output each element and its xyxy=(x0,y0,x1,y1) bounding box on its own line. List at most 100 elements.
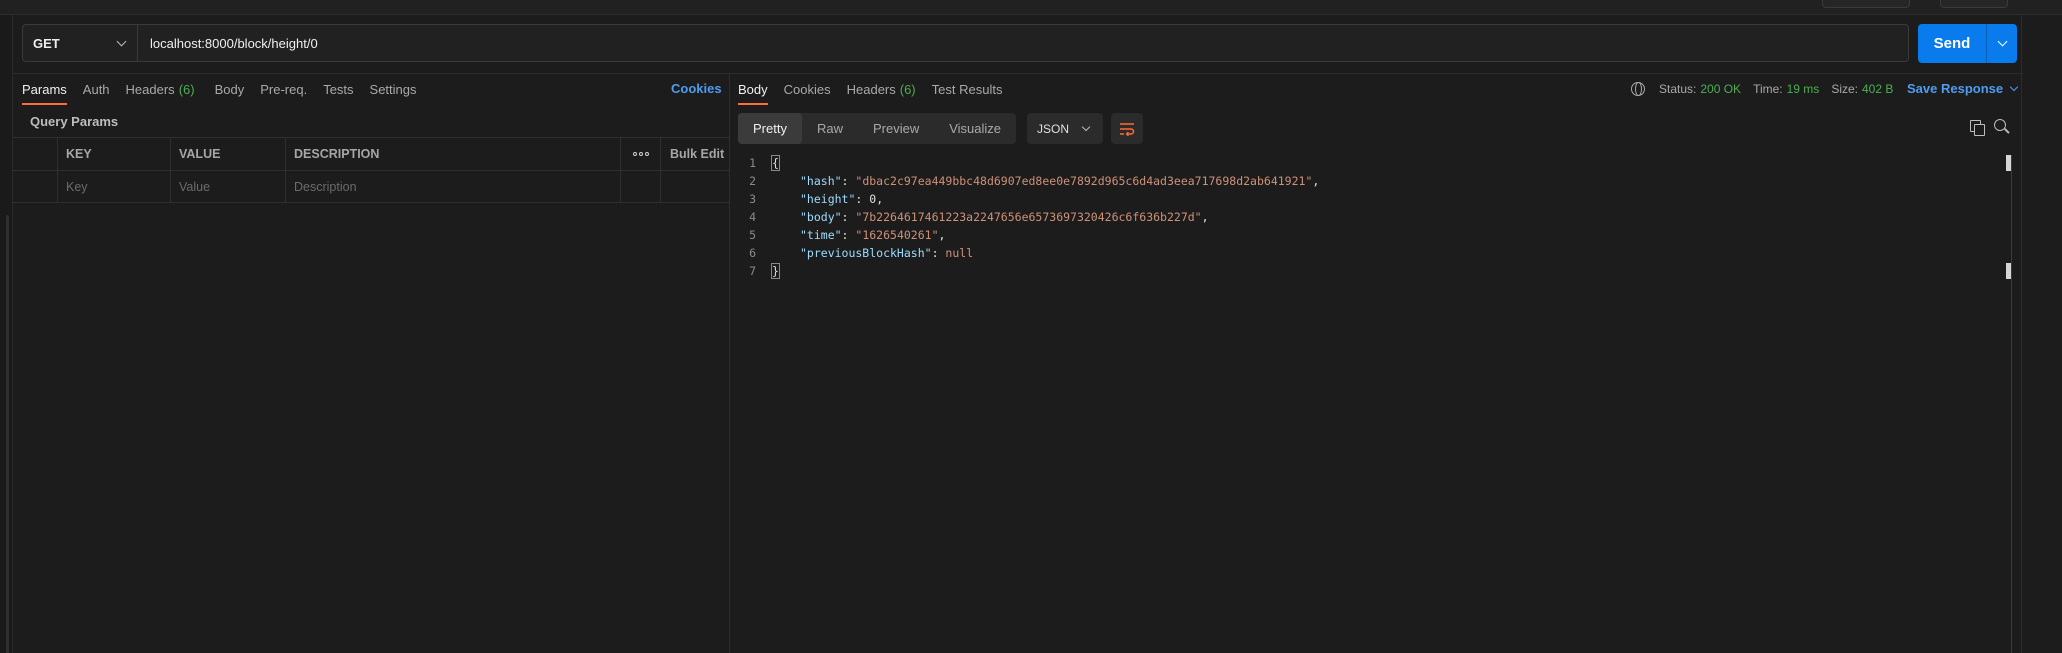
json-brace: { xyxy=(771,155,780,171)
code-line: 2 "hash": "dbac2c97ea449bbc48d6907ed8ee0… xyxy=(738,172,1319,190)
tab-settings[interactable]: Settings xyxy=(370,73,417,105)
code-line: 3 "height": 0, xyxy=(738,190,1319,208)
globe-icon[interactable] xyxy=(1631,82,1645,96)
tab-label: Headers xyxy=(846,81,896,97)
response-status-bar: Status: 200 OK Time: 19 ms Size: 402 B xyxy=(1631,73,1905,105)
size-value[interactable]: 402 B xyxy=(1862,82,1893,96)
tab-label: Pre-req. xyxy=(260,81,308,97)
tab-label: Body xyxy=(214,81,245,97)
column-header-value: VALUE xyxy=(171,138,286,170)
time-label: Time: xyxy=(1753,82,1783,96)
json-brace: } xyxy=(771,263,780,279)
line-number: 2 xyxy=(749,174,756,188)
tab-test-results[interactable]: Test Results xyxy=(932,73,1003,105)
tab-response-cookies[interactable]: Cookies xyxy=(784,73,831,105)
cookies-link[interactable]: Cookies xyxy=(671,81,722,96)
view-raw-button[interactable]: Raw xyxy=(802,113,858,144)
headers-count: (6) xyxy=(178,81,195,97)
editor-scrollbar[interactable] xyxy=(2006,155,2014,653)
send-button[interactable]: Send xyxy=(1918,24,1986,63)
params-table: KEY VALUE DESCRIPTION Bulk Edit Key Valu… xyxy=(13,137,729,203)
key-input[interactable]: Key xyxy=(58,171,171,202)
url-input[interactable]: localhost:8000/block/height/0 xyxy=(138,25,1908,61)
copy-icon[interactable] xyxy=(1970,120,1985,136)
scrollbar-marker xyxy=(2006,263,2011,279)
divider xyxy=(2021,15,2022,653)
request-url-bar: GET localhost:8000/block/height/0 xyxy=(22,24,1909,62)
json-key: "time" xyxy=(800,228,842,242)
response-body-editor[interactable]: 1 { 2 "hash": "dbac2c97ea449bbc48d6907ed… xyxy=(738,154,1319,280)
view-preview-button[interactable]: Preview xyxy=(858,113,934,144)
tab-label: Body xyxy=(738,81,768,97)
chevron-down-icon xyxy=(1081,122,1091,131)
code-line: 6 "previousBlockHash": null xyxy=(738,244,1319,262)
column-header-key: KEY xyxy=(58,138,171,170)
tab-response-body[interactable]: Body xyxy=(738,73,768,105)
view-pretty-button[interactable]: Pretty xyxy=(738,113,802,144)
tab-label: Cookies xyxy=(783,81,831,97)
status-label: Status: xyxy=(1659,82,1697,96)
tab-tests[interactable]: Tests xyxy=(323,73,353,105)
tab-body[interactable]: Body xyxy=(215,73,245,105)
headers-count: (6) xyxy=(899,81,916,97)
checkbox-column-header xyxy=(13,138,58,170)
tab-auth[interactable]: Auth xyxy=(83,73,110,105)
size-label: Size: xyxy=(1831,82,1858,96)
toolbar-ghost-button[interactable] xyxy=(1940,0,2008,8)
tab-headers[interactable]: Headers (6) xyxy=(126,73,195,105)
json-key: "hash" xyxy=(800,174,842,188)
code-line: 4 "body": "7b2264617461223a2247656e65736… xyxy=(738,208,1319,226)
table-header-row: KEY VALUE DESCRIPTION Bulk Edit xyxy=(13,137,729,170)
status-value[interactable]: 200 OK xyxy=(1700,82,1741,96)
empty-cell xyxy=(621,171,661,202)
tab-response-headers[interactable]: Headers (6) xyxy=(847,73,916,105)
time-value[interactable]: 19 ms xyxy=(1787,82,1820,96)
bulk-edit-button[interactable]: Bulk Edit xyxy=(661,138,729,170)
toolbar-ghost-button[interactable] xyxy=(1822,0,1910,8)
json-value: "7b2264617461223a2247656e6573697320426c6… xyxy=(855,210,1202,224)
json-key: "height" xyxy=(800,192,856,206)
line-number: 5 xyxy=(749,228,756,242)
left-scrollbar-thumb[interactable] xyxy=(6,215,9,653)
scrollbar-marker xyxy=(2006,155,2011,171)
tab-label: Tests xyxy=(323,81,354,97)
code-line: 7 } xyxy=(738,262,1319,280)
line-number: 4 xyxy=(749,210,756,224)
top-toolbar-strip xyxy=(0,0,2062,15)
tab-params[interactable]: Params xyxy=(22,73,67,105)
json-key: "body" xyxy=(800,210,842,224)
format-select[interactable]: JSON xyxy=(1027,113,1103,144)
line-number: 7 xyxy=(749,264,756,278)
column-header-description: DESCRIPTION xyxy=(286,138,621,170)
request-tabs: Params Auth Headers (6) Body Pre-req. Tes… xyxy=(22,73,433,105)
wrap-lines-icon xyxy=(1120,122,1135,136)
pane-divider[interactable] xyxy=(729,74,730,653)
search-icon[interactable] xyxy=(1994,119,2010,135)
chevron-down-icon xyxy=(2009,82,2019,91)
description-input[interactable]: Description xyxy=(286,171,621,202)
tab-label: Params xyxy=(22,81,67,97)
save-response-label: Save Response xyxy=(1907,81,2004,96)
send-button-group: Send xyxy=(1918,24,2017,63)
view-visualize-button[interactable]: Visualize xyxy=(934,113,1016,144)
method-select[interactable]: GET xyxy=(23,25,138,61)
empty-cell xyxy=(661,171,729,202)
response-tabs: Body Cookies Headers (6) Test Results xyxy=(738,73,1018,105)
send-options-dropdown[interactable] xyxy=(1986,24,2017,63)
more-options-button[interactable] xyxy=(621,138,661,170)
chevron-down-icon xyxy=(1997,36,2007,47)
save-response-button[interactable]: Save Response xyxy=(1907,81,2019,96)
chevron-down-icon xyxy=(116,36,127,46)
wrap-lines-button[interactable] xyxy=(1111,113,1143,144)
more-icon xyxy=(632,152,649,156)
tab-label: Test Results xyxy=(931,81,1003,97)
json-value: "dbac2c97ea449bbc48d6907ed8ee0e7892d965c… xyxy=(855,174,1313,188)
line-number: 1 xyxy=(749,156,756,170)
json-key: "previousBlockHash" xyxy=(800,246,932,260)
tab-pre-request[interactable]: Pre-req. xyxy=(260,73,307,105)
json-value: null xyxy=(945,246,974,260)
value-input[interactable]: Value xyxy=(171,171,286,202)
method-label: GET xyxy=(33,35,60,51)
format-label: JSON xyxy=(1037,121,1070,136)
json-value: "1626540261" xyxy=(855,228,939,242)
